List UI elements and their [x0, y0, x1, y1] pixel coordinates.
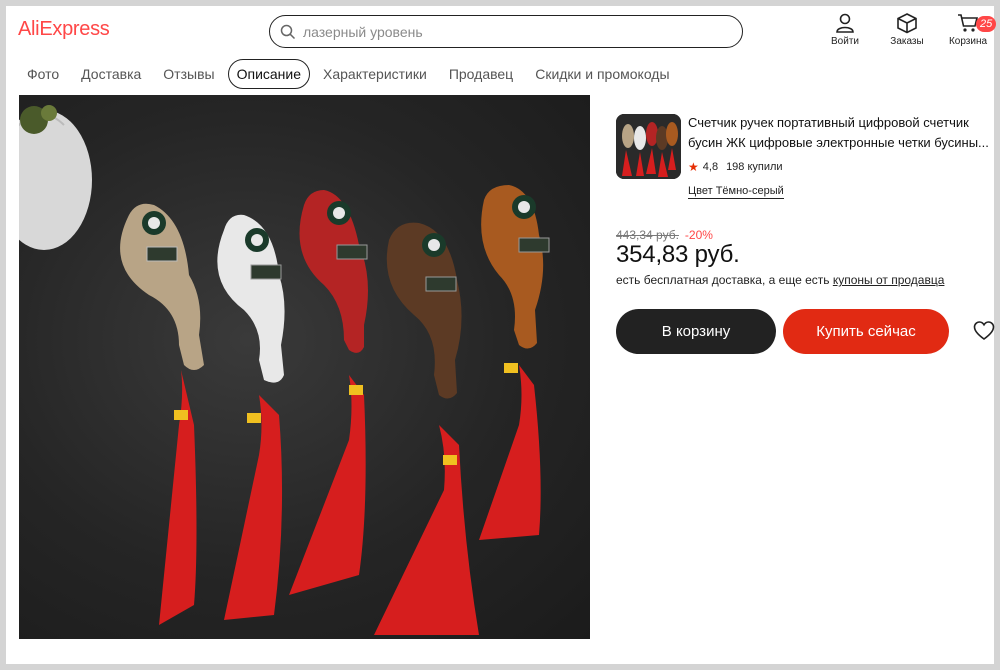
orders-button[interactable]: Заказы: [879, 12, 935, 47]
tab-discounts[interactable]: Скидки и промокоды: [526, 59, 678, 89]
search-bar[interactable]: [269, 15, 743, 48]
star-icon: ★: [688, 160, 699, 174]
cart-count-badge: 25: [976, 16, 997, 32]
product-title[interactable]: Счетчик ручек портативный цифровой счетч…: [688, 113, 994, 153]
tab-reviews[interactable]: Отзывы: [154, 59, 223, 89]
tab-description[interactable]: Описание: [227, 58, 311, 89]
shipping-info: есть бесплатная доставка, а еще есть куп…: [616, 273, 944, 287]
heart-icon[interactable]: [973, 320, 995, 342]
counter-beige: [120, 203, 204, 625]
login-button[interactable]: Войти: [817, 12, 873, 47]
price-row: 443,34 руб. -20%: [616, 228, 713, 242]
add-to-cart-button[interactable]: В корзину: [616, 309, 776, 354]
coupons-link[interactable]: купоны от продавца: [833, 273, 945, 287]
counter-brown: [374, 222, 479, 635]
rating-row: ★ 4,8 198 купили: [688, 160, 783, 174]
thumbnail-illustration: [616, 114, 681, 179]
tab-photo[interactable]: Фото: [18, 59, 68, 89]
tab-specifications[interactable]: Характеристики: [314, 59, 436, 89]
section-tabs: Фото Доставка Отзывы Описание Характерис…: [18, 58, 683, 89]
product-thumbnail[interactable]: [616, 114, 681, 179]
discount-badge: -20%: [684, 228, 713, 242]
shipping-text: есть бесплатная доставка, а еще есть: [616, 273, 833, 287]
product-photo[interactable]: [19, 95, 590, 639]
sold-count: 198 купили: [726, 161, 783, 173]
user-icon: [836, 13, 854, 33]
header: AliExpress Войти Заказы Корзина 25: [6, 6, 997, 58]
cart-button[interactable]: Корзина 25: [940, 12, 997, 47]
old-price: 443,34 руб.: [616, 228, 679, 242]
buy-now-button[interactable]: Купить сейчас: [783, 309, 949, 354]
tab-delivery[interactable]: Доставка: [72, 59, 150, 89]
login-label: Войти: [831, 36, 859, 47]
tab-seller[interactable]: Продавец: [440, 59, 522, 89]
aliexpress-logo[interactable]: AliExpress: [18, 18, 110, 41]
current-price: 354,83 руб.: [616, 241, 740, 268]
rating-value: 4,8: [702, 161, 719, 173]
counter-orange: [479, 185, 550, 540]
counter-white: [217, 214, 285, 620]
color-selector[interactable]: Цвет Тёмно-серый: [688, 185, 784, 199]
product-photo-illustration: [19, 105, 550, 635]
counter-red: [289, 190, 368, 595]
cart-label: Корзина: [948, 36, 988, 47]
search-input[interactable]: [303, 23, 703, 40]
box-icon: [897, 13, 917, 34]
orders-label: Заказы: [890, 36, 924, 47]
search-icon: [280, 24, 296, 39]
